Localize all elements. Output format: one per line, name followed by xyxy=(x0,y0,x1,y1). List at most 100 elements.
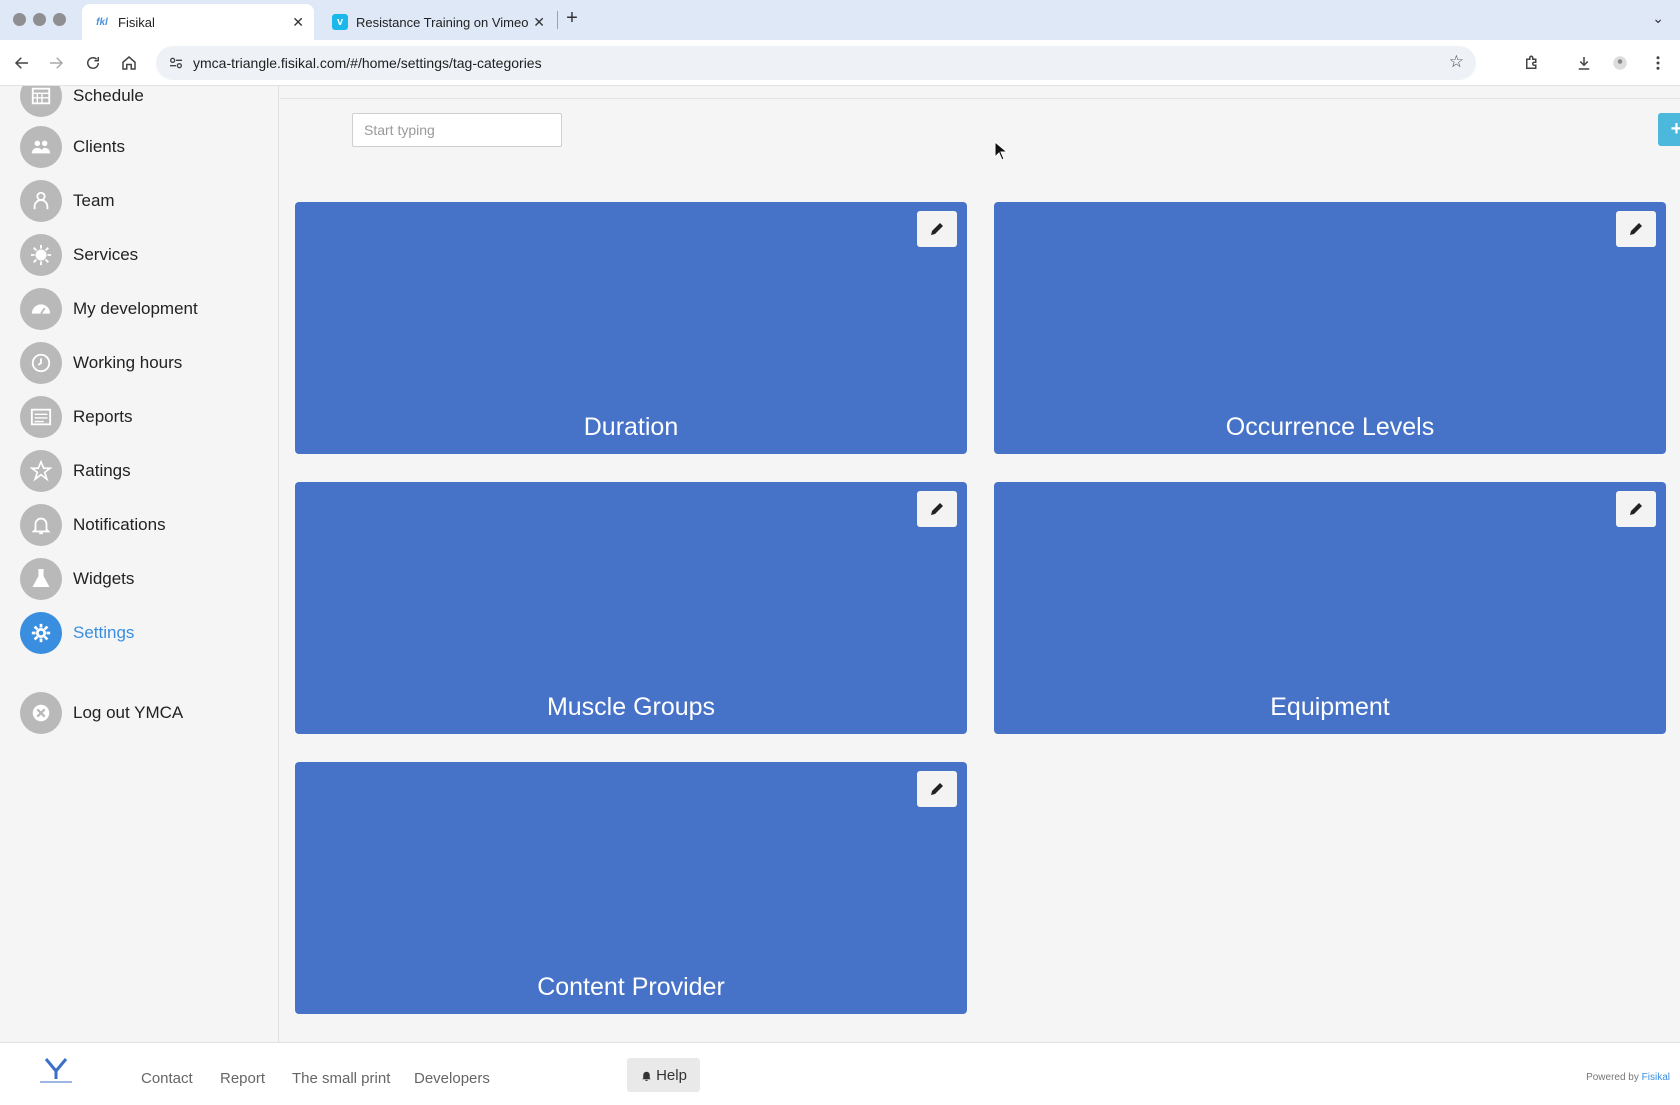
tab-divider xyxy=(557,11,558,29)
pencil-icon xyxy=(1630,223,1642,235)
back-icon[interactable] xyxy=(10,51,34,75)
profile-avatar-icon[interactable] xyxy=(1608,51,1632,75)
powered-by: Powered by Fisikal xyxy=(1586,1072,1670,1083)
gear-icon xyxy=(20,612,62,654)
ymca-logo xyxy=(40,1058,72,1083)
edit-button[interactable] xyxy=(1616,211,1656,247)
edit-button[interactable] xyxy=(1616,491,1656,527)
tab-title: Resistance Training on Vimeo xyxy=(356,14,529,30)
sidebar-item-label: Log out YMCA xyxy=(73,703,184,722)
sidebar-item-label: Services xyxy=(73,245,139,264)
window-close-control[interactable] xyxy=(13,13,26,26)
browser-menu-icon[interactable] xyxy=(1646,51,1670,75)
sidebar-item-my-development[interactable]: My development xyxy=(20,288,270,330)
card-title: Content Provider xyxy=(537,973,725,1001)
footer-link-report[interactable]: Report xyxy=(220,1070,265,1087)
edit-button[interactable] xyxy=(917,491,957,527)
vimeo-icon: v xyxy=(332,14,348,30)
footer-link-contact[interactable]: Contact xyxy=(141,1070,193,1087)
footer: Contact Report The small print Developer… xyxy=(0,1042,1680,1105)
extensions-icon[interactable] xyxy=(1520,51,1544,75)
pencil-icon xyxy=(931,783,943,795)
footer-link-small-print[interactable]: The small print xyxy=(292,1070,390,1087)
people-icon xyxy=(20,126,62,168)
url-text: ymca-triangle.fisikal.com/#/home/setting… xyxy=(193,55,542,71)
address-bar[interactable]: ymca-triangle.fisikal.com/#/home/setting… xyxy=(156,46,1476,80)
close-tab-icon[interactable]: ✕ xyxy=(292,14,304,31)
mouse-cursor-icon xyxy=(994,141,1008,161)
sidebar-item-label: My development xyxy=(73,299,198,318)
sun-icon xyxy=(20,234,62,276)
sidebar-item-ratings[interactable]: Ratings xyxy=(20,450,270,492)
forward-icon[interactable] xyxy=(44,51,68,75)
sidebar-item-label: Widgets xyxy=(73,569,135,588)
edit-button[interactable] xyxy=(917,211,957,247)
download-icon[interactable] xyxy=(1572,51,1596,75)
sidebar-item-reports[interactable]: Reports xyxy=(20,396,270,438)
window-zoom-control[interactable] xyxy=(53,13,66,26)
fisikal-icon: fkl xyxy=(96,16,108,28)
powered-by-text: Powered by xyxy=(1586,1072,1639,1083)
browser-toolbar: ymca-triangle.fisikal.com/#/home/setting… xyxy=(0,40,1680,86)
sidebar-item-settings[interactable]: Settings xyxy=(20,612,270,654)
clock-icon xyxy=(20,342,62,384)
search-input[interactable] xyxy=(352,113,562,147)
help-label: Help xyxy=(656,1066,687,1084)
sidebar: Schedule Clients Team Services My develo… xyxy=(0,86,279,1042)
header-divider xyxy=(280,98,1680,99)
sidebar-item-logout[interactable]: Log out YMCA xyxy=(20,692,270,734)
close-circle-icon xyxy=(20,692,62,734)
sidebar-item-label: Notifications xyxy=(73,515,166,534)
browser-tab-fisikal[interactable]: fkl Fisikal ✕ xyxy=(82,4,314,40)
tag-category-card-muscle-groups[interactable]: Muscle Groups xyxy=(295,482,967,734)
tag-category-card-occurrence-levels[interactable]: Occurrence Levels xyxy=(994,202,1666,454)
sidebar-item-services[interactable]: Services xyxy=(20,234,270,276)
sidebar-item-label: Team xyxy=(73,191,115,210)
add-category-button[interactable]: + xyxy=(1658,113,1680,146)
help-button[interactable]: Help xyxy=(627,1058,700,1092)
browser-tab-bar: fkl Fisikal ✕ v Resistance Training on V… xyxy=(0,0,1680,40)
window-minimize-control[interactable] xyxy=(33,13,46,26)
sidebar-item-label: Schedule xyxy=(73,86,144,105)
bell-icon xyxy=(642,1071,651,1081)
sidebar-item-schedule[interactable]: Schedule xyxy=(20,86,270,117)
pencil-icon xyxy=(931,503,943,515)
sidebar-item-team[interactable]: Team xyxy=(20,180,270,222)
footer-link-developers[interactable]: Developers xyxy=(414,1070,490,1087)
card-title: Muscle Groups xyxy=(546,693,716,721)
sidebar-item-label: Settings xyxy=(73,623,135,642)
team-icon xyxy=(20,180,62,222)
sidebar-item-label: Ratings xyxy=(73,461,131,480)
pencil-icon xyxy=(1630,503,1642,515)
sidebar-item-notifications[interactable]: Notifications xyxy=(20,504,270,546)
card-title: Occurrence Levels xyxy=(1225,413,1435,441)
bell-icon xyxy=(20,504,62,546)
edit-button[interactable] xyxy=(917,771,957,807)
main-content: + Duration Occurrence Levels Muscle Grou… xyxy=(280,86,1680,1042)
tag-category-card-duration[interactable]: Duration xyxy=(295,202,967,454)
home-icon[interactable] xyxy=(117,51,141,75)
sidebar-item-widgets[interactable]: Widgets xyxy=(20,558,270,600)
sidebar-item-label: Reports xyxy=(73,407,133,426)
fisikal-link[interactable]: Fisikal xyxy=(1642,1072,1670,1083)
new-tab-icon[interactable]: + xyxy=(562,7,582,31)
pencil-icon xyxy=(931,223,943,235)
site-info-icon[interactable] xyxy=(168,55,184,74)
star-icon xyxy=(20,450,62,492)
card-title: Equipment xyxy=(1270,693,1390,721)
tag-category-card-equipment[interactable]: Equipment xyxy=(994,482,1666,734)
card-title: Duration xyxy=(583,413,679,441)
sidebar-item-label: Clients xyxy=(73,137,125,156)
sidebar-item-clients[interactable]: Clients xyxy=(20,126,270,168)
browser-tab-vimeo[interactable]: v Resistance Training on Vimeo ✕ xyxy=(320,4,555,40)
sidebar-item-label: Working hours xyxy=(73,353,183,372)
reload-icon[interactable] xyxy=(81,51,105,75)
tab-title: Fisikal xyxy=(118,14,155,30)
bookmark-star-icon[interactable]: ☆ xyxy=(1449,52,1464,72)
list-icon xyxy=(20,396,62,438)
tag-category-card-content-provider[interactable]: Content Provider xyxy=(295,762,967,1014)
close-tab-icon[interactable]: ✕ xyxy=(533,14,545,31)
flask-icon xyxy=(20,558,62,600)
sidebar-item-working-hours[interactable]: Working hours xyxy=(20,342,270,384)
tab-search-chevron-icon[interactable]: ⌄ xyxy=(1652,10,1664,27)
